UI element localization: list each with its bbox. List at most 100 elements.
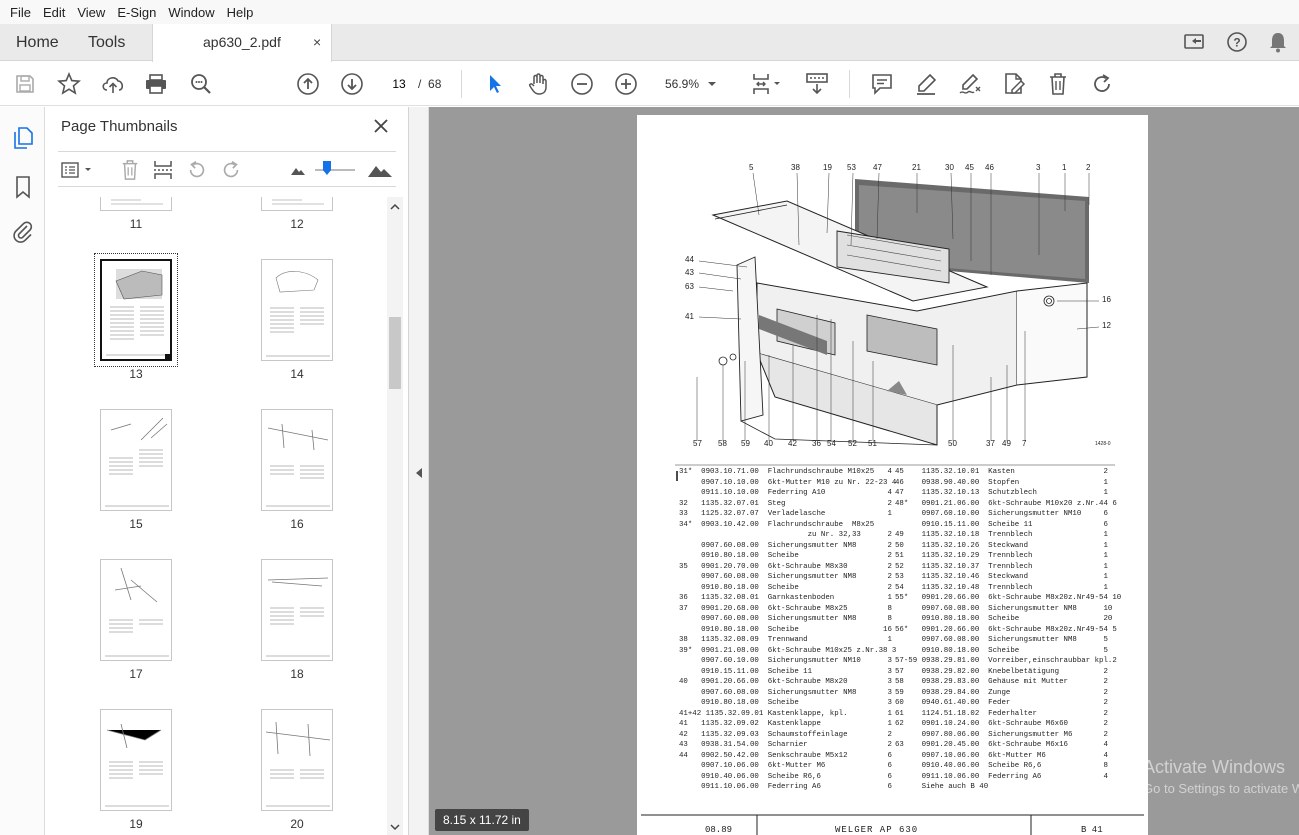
footer-ref: B 41 [1081, 825, 1103, 835]
toolbar-divider [849, 70, 850, 98]
parts-list-left: 31* 0903.10.71.00 Flachrundschraube M10x… [679, 467, 896, 793]
scroll-down-icon[interactable] [390, 823, 400, 831]
parts-list-right: 45 1135.32.10.01 Kasten 2 46 0938.90.40.0… [895, 467, 1121, 793]
scroll-mode-icon[interactable] [804, 71, 830, 97]
menu-file[interactable]: File [4, 5, 37, 20]
delete-icon[interactable] [1045, 71, 1071, 97]
close-panel-icon[interactable] [371, 115, 391, 137]
notifications-icon[interactable] [1266, 30, 1290, 54]
tab-tools[interactable]: Tools [88, 24, 125, 61]
zoom-out-icon[interactable] [569, 71, 595, 97]
callout: 38 [791, 163, 800, 172]
menu-view[interactable]: View [71, 5, 111, 20]
parts-list-row: 58 0938.29.83.00 Gehäuse mit Mutter 2 [895, 678, 1108, 686]
parts-list-row: 0910.80.18.00 Scheibe 16 [679, 625, 892, 634]
share-screen-icon[interactable] [1183, 30, 1207, 54]
parts-list-row: zu Nr. 32,33 2 [679, 531, 892, 539]
cloud-upload-icon[interactable] [100, 71, 126, 97]
callout: 19 [823, 163, 832, 172]
thumbnail-larger-icon[interactable] [366, 158, 394, 182]
attachments-icon[interactable] [10, 219, 36, 245]
callout: 42 [788, 439, 797, 448]
menu-esign[interactable]: E-Sign [111, 5, 162, 20]
zoom-in-icon[interactable] [613, 71, 639, 97]
sign-pen-icon[interactable] [957, 71, 983, 97]
zoom-search-icon[interactable] [188, 71, 214, 97]
thumbnail-label: 20 [290, 817, 304, 831]
next-page-icon[interactable] [339, 71, 365, 97]
thumbnail-scrollbar[interactable] [387, 197, 403, 835]
page-size-badge: 8.15 x 11.72 in [435, 809, 529, 831]
thumbnail-size-slider[interactable] [315, 161, 355, 175]
parts-list-row: 41+42 1135.32.09.01 Kastenklappe, kpl. 1 [679, 709, 892, 718]
parts-list-row: 39* 0901.21.08.00 6kt-Schraube M10x25 z.… [679, 646, 897, 655]
collapse-arrow-icon[interactable] [415, 467, 423, 479]
toolbar: / 68 56.9% [0, 62, 1299, 106]
hand-tool-icon[interactable] [525, 71, 551, 97]
parts-list-row: 31* 0903.10.71.00 Flachrundschraube M10x… [679, 468, 892, 476]
thumbnail-options-icon[interactable] [60, 158, 96, 182]
scrollbar-thumb[interactable] [389, 317, 401, 389]
delete-page-icon[interactable] [118, 158, 142, 182]
callout: 49 [1002, 439, 1011, 448]
parts-list-row: 47 1135.32.10.13 Schutzblech 1 [895, 489, 1108, 497]
rotate-left-icon[interactable] [185, 158, 209, 182]
parts-list-row: 35 0901.20.70.00 6kt-Schraube M8x30 2 [679, 562, 892, 571]
rotate-right-icon[interactable] [219, 158, 243, 182]
help-icon[interactable]: ? [1225, 30, 1249, 54]
callouts-bottom: 57 58 59 40 42 36 54 52 51 50 37 49 7 14… [637, 439, 1148, 451]
callout: 47 [873, 163, 882, 172]
callout: 41 [685, 312, 694, 321]
toolbar-divider [461, 70, 462, 98]
pdf-page[interactable]: 5 38 19 53 47 21 30 45 46 3 1 2 44 43 63… [637, 115, 1148, 835]
page-thumbnails-icon[interactable] [10, 125, 36, 151]
parts-list-row: 55* 0901.20.66.00 6kt-Schraube M8x20z.Nr… [895, 594, 1122, 602]
callout: 30 [945, 163, 954, 172]
collapse-panel-strip[interactable] [409, 107, 429, 835]
page-thumbnails-panel: Page Thumbnails 11 12 13 14 15 16 17 18 … [45, 107, 409, 835]
close-tab-icon[interactable]: × [313, 24, 321, 61]
parts-list-row: 0907.60.08.00 Sicherungsmutter NM8 3 [679, 688, 892, 697]
footer-date: 08.89 [705, 825, 733, 835]
parts-list-row: 57 0938.29.82.00 Knebelbetätigung 2 [895, 667, 1108, 676]
save-icon[interactable] [12, 71, 38, 97]
callout: 3 [1036, 163, 1041, 172]
parts-list-row: 0911.10.10.00 Federring A10 4 [679, 489, 892, 497]
zoom-level-dropdown[interactable]: 56.9% [657, 71, 727, 97]
edit-document-icon[interactable] [1001, 71, 1027, 97]
callout: 58 [718, 439, 727, 448]
tab-home[interactable]: Home [16, 24, 59, 61]
menu-bar: File Edit View E-Sign Window Help [0, 0, 1299, 24]
tab-document[interactable]: ap630_2.pdf × [152, 24, 332, 62]
star-bookmark-icon[interactable] [56, 71, 82, 97]
thumbnail-image [100, 409, 172, 511]
highlight-pen-icon[interactable] [913, 71, 939, 97]
print-icon[interactable] [143, 71, 169, 97]
menu-help[interactable]: Help [221, 5, 260, 20]
parts-list-row: 46 0938.90.40.00 Stopfen 1 [895, 478, 1108, 487]
parts-list-row: 0907.60.10.00 Sicherungsmutter NM10 6 [895, 510, 1108, 518]
parts-list-row: 33 1125.32.07.07 Verladelasche 1 [679, 510, 892, 518]
page-fit-icon[interactable] [748, 71, 784, 97]
parts-list-row: 0910.80.18.00 Scheibe 3 [679, 699, 892, 707]
document-viewport[interactable]: 5 38 19 53 47 21 30 45 46 3 1 2 44 43 63… [429, 107, 1299, 835]
parts-list-row: 32 1135.32.07.01 Steg 2 [679, 499, 892, 508]
rotate-icon[interactable] [1089, 71, 1115, 97]
parts-list-row: 56* 0901.20.66.00 6kt-Schraube M8x20z.Nr… [895, 625, 1117, 634]
comment-icon[interactable] [869, 71, 895, 97]
scroll-up-icon[interactable] [390, 203, 400, 211]
menu-window[interactable]: Window [162, 5, 220, 20]
callout: 2 [1086, 163, 1091, 172]
windows-activation-watermark: Activate Windows [1143, 757, 1286, 777]
thumbnail-smaller-icon[interactable] [286, 158, 310, 182]
menu-edit[interactable]: Edit [37, 5, 71, 20]
previous-page-icon[interactable] [295, 71, 321, 97]
bookmarks-icon[interactable] [10, 174, 36, 200]
slider-handle[interactable] [323, 161, 331, 175]
insert-page-icon[interactable] [151, 158, 175, 182]
callout: 59 [741, 439, 750, 448]
svg-text:?: ? [1233, 36, 1240, 50]
select-cursor-icon[interactable] [481, 71, 507, 97]
parts-list-row: 53 1135.32.10.46 Steckwand 1 [895, 573, 1108, 581]
page-number-input[interactable] [385, 71, 413, 97]
